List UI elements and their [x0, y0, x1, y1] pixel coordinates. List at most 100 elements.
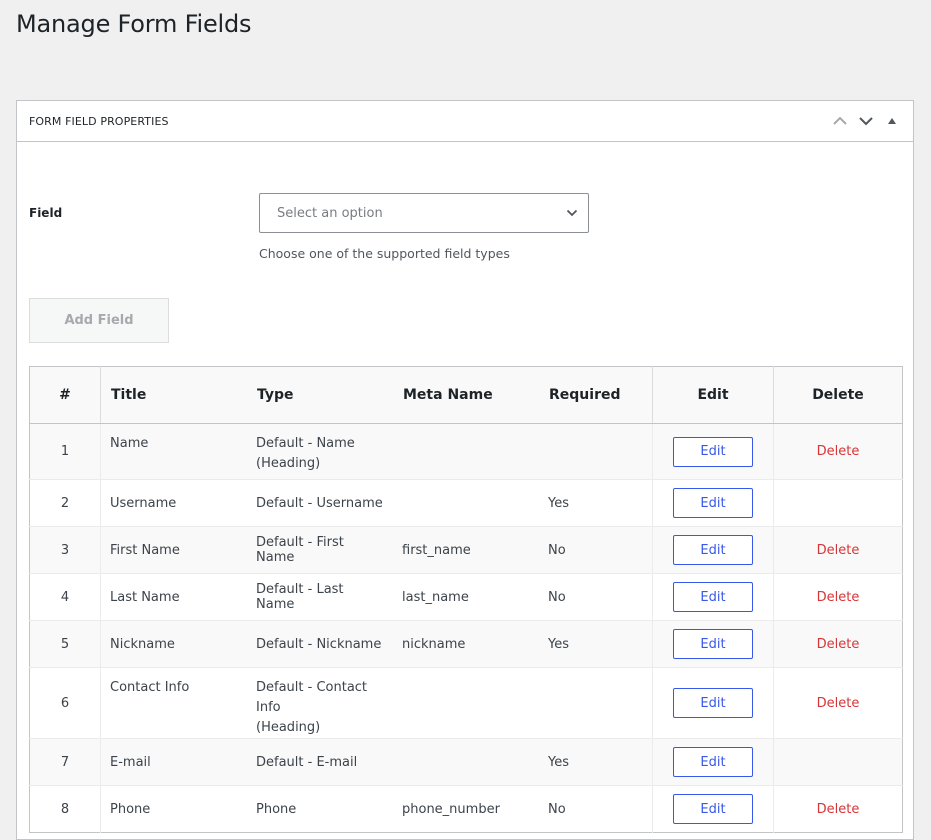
cell-edit: Edit — [652, 738, 774, 786]
edit-button[interactable]: Edit — [673, 436, 753, 467]
cell-number: 7 — [29, 738, 101, 786]
type-subtext: (Heading) — [256, 456, 321, 471]
cell-type: Default - Last Name — [247, 573, 393, 621]
col-header-edit: Edit — [652, 366, 774, 424]
type-text: Default - Nickname — [256, 636, 382, 652]
cell-type: Default - E-mail — [247, 738, 393, 786]
cell-title: Username — [100, 479, 247, 527]
fields-table: # Title Type Meta Name Required Edit Del… — [29, 366, 903, 833]
panel-header: FORM FIELD PROPERTIES — [17, 101, 913, 142]
cell-edit: Edit — [652, 479, 774, 527]
cell-required: Yes — [539, 738, 653, 786]
edit-button[interactable]: Edit — [673, 688, 753, 718]
cell-required: No — [539, 785, 653, 833]
cell-delete: Delete — [773, 667, 903, 739]
cell-delete: Delete — [773, 785, 903, 833]
field-label: Field — [29, 206, 63, 220]
cell-number: 2 — [29, 479, 101, 527]
type-subtext: (Heading) — [256, 720, 321, 735]
cell-title: Nickname — [100, 620, 247, 668]
cell-type: Default - First Name — [247, 526, 393, 574]
col-header-number: # — [29, 366, 101, 424]
cell-delete: Delete — [773, 526, 903, 574]
select-placeholder: Select an option — [277, 205, 383, 221]
type-text: Default - E-mail — [256, 754, 358, 770]
cell-meta-name — [393, 423, 539, 480]
cell-edit: Edit — [652, 526, 774, 574]
chevron-up-icon — [833, 116, 847, 125]
cell-delete — [773, 738, 903, 786]
cell-title: Contact Info — [100, 667, 247, 739]
move-down-button[interactable] — [853, 108, 879, 134]
type-text: Default - Name — [256, 436, 355, 451]
table-row: 1 Name Default - Name (Heading) Edit Delete — [29, 423, 903, 480]
table-row: 7 E-mail Default - E-mail Yes Edit — [29, 738, 903, 786]
edit-button[interactable]: Edit — [673, 488, 753, 518]
delete-link[interactable]: Delete — [817, 444, 860, 459]
cell-delete: Delete — [773, 620, 903, 668]
edit-button[interactable]: Edit — [673, 747, 753, 777]
delete-link[interactable]: Delete — [817, 590, 860, 605]
type-text: Default - Contact Info — [256, 680, 368, 715]
add-field-button[interactable]: Add Field — [29, 298, 169, 343]
table-row: 6 Contact Info Default - Contact Info (Head… — [29, 667, 903, 739]
type-text: Default - First Name — [256, 535, 344, 565]
cell-type: Default - Username — [247, 479, 393, 527]
cell-required: No — [539, 526, 653, 574]
cell-title: Phone — [100, 785, 247, 833]
delete-link[interactable]: Delete — [817, 696, 860, 711]
chevron-down-icon — [566, 209, 578, 217]
table-row: 5 Nickname Default - Nickname nickname Yes Ed… — [29, 620, 903, 668]
cell-title: Last Name — [100, 573, 247, 621]
col-header-delete: Delete — [773, 366, 903, 424]
cell-meta-name: phone_number — [393, 785, 539, 833]
type-text: Default - Username — [256, 495, 383, 511]
edit-button[interactable]: Edit — [673, 629, 753, 659]
delete-link[interactable]: Delete — [817, 802, 860, 817]
field-help-text: Choose one of the supported field types — [259, 246, 510, 261]
triangle-up-icon — [888, 118, 896, 124]
table-row: 2 Username Default - Username Yes Edit — [29, 479, 903, 527]
cell-title: Name — [100, 423, 247, 480]
cell-meta-name — [393, 667, 539, 739]
move-up-button[interactable] — [827, 108, 853, 134]
cell-meta-name: last_name — [393, 573, 539, 621]
chevron-down-icon — [859, 117, 873, 126]
col-header-meta-name: Meta Name — [393, 366, 539, 424]
cell-edit: Edit — [652, 785, 774, 833]
cell-title: E-mail — [100, 738, 247, 786]
field-type-select[interactable]: Select an option — [259, 193, 589, 233]
cell-meta-name — [393, 738, 539, 786]
edit-button[interactable]: Edit — [673, 582, 753, 612]
cell-type: Phone — [247, 785, 393, 833]
type-text: Default - Last Name — [256, 582, 344, 612]
col-header-required: Required — [539, 366, 653, 424]
cell-number: 4 — [29, 573, 101, 621]
cell-edit: Edit — [652, 423, 774, 480]
type-text: Phone — [256, 801, 297, 817]
toggle-panel-button[interactable] — [879, 108, 905, 134]
table-row: 3 First Name Default - First Name first_nam… — [29, 526, 903, 574]
page-title: Manage Form Fields — [16, 10, 252, 38]
delete-link[interactable]: Delete — [817, 637, 860, 652]
cell-required: Yes — [539, 620, 653, 668]
edit-button[interactable]: Edit — [673, 535, 753, 565]
cell-title: First Name — [100, 526, 247, 574]
cell-type: Default - Contact Info (Heading) — [247, 667, 393, 739]
panel-title: FORM FIELD PROPERTIES — [29, 114, 169, 128]
cell-required — [539, 423, 653, 480]
delete-link[interactable]: Delete — [817, 543, 860, 558]
table-row: 8 Phone Phone phone_number No Edit Delete — [29, 785, 903, 833]
cell-required: Yes — [539, 479, 653, 527]
cell-number: 6 — [29, 667, 101, 739]
cell-number: 8 — [29, 785, 101, 833]
cell-number: 3 — [29, 526, 101, 574]
table-row: 4 Last Name Default - Last Name last_name No… — [29, 573, 903, 621]
cell-edit: Edit — [652, 667, 774, 739]
col-header-title: Title — [100, 366, 247, 424]
cell-delete: Delete — [773, 573, 903, 621]
cell-required: No — [539, 573, 653, 621]
cell-edit: Edit — [652, 573, 774, 621]
cell-meta-name — [393, 479, 539, 527]
panel-handle-actions — [827, 108, 913, 134]
